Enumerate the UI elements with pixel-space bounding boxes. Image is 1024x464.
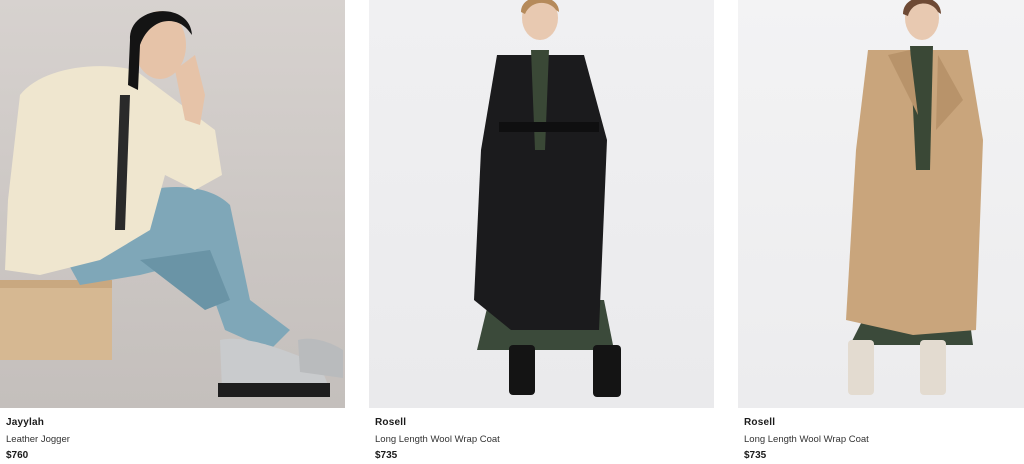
product-image[interactable] bbox=[0, 0, 345, 408]
black-wrap-coat-photo bbox=[474, 0, 621, 397]
product-name[interactable]: Rosell bbox=[375, 416, 500, 430]
product-name[interactable]: Rosell bbox=[744, 416, 869, 430]
product-price: $760 bbox=[6, 450, 29, 461]
product-price: $735 bbox=[744, 450, 767, 461]
product-info: Jayylah Leather Jogger $760 bbox=[6, 416, 70, 463]
product-card[interactable]: Rosell Long Length Wool Wrap Coat $735 bbox=[738, 0, 1024, 464]
leather-jogger-photo bbox=[0, 11, 343, 397]
product-info: Rosell Long Length Wool Wrap Coat $735 bbox=[375, 416, 500, 463]
product-card[interactable]: Rosell Long Length Wool Wrap Coat $735 bbox=[369, 0, 714, 464]
camel-wrap-coat-photo bbox=[846, 0, 983, 395]
product-info: Rosell Long Length Wool Wrap Coat $735 bbox=[744, 416, 869, 463]
product-name[interactable]: Jayylah bbox=[6, 416, 70, 430]
product-description: Long Length Wool Wrap Coat bbox=[744, 434, 869, 445]
product-card[interactable]: Jayylah Leather Jogger $760 bbox=[0, 0, 345, 464]
product-description: Long Length Wool Wrap Coat bbox=[375, 434, 500, 445]
product-image[interactable] bbox=[369, 0, 714, 408]
product-description: Leather Jogger bbox=[6, 434, 70, 445]
product-price: $735 bbox=[375, 450, 398, 461]
product-image[interactable] bbox=[738, 0, 1024, 408]
